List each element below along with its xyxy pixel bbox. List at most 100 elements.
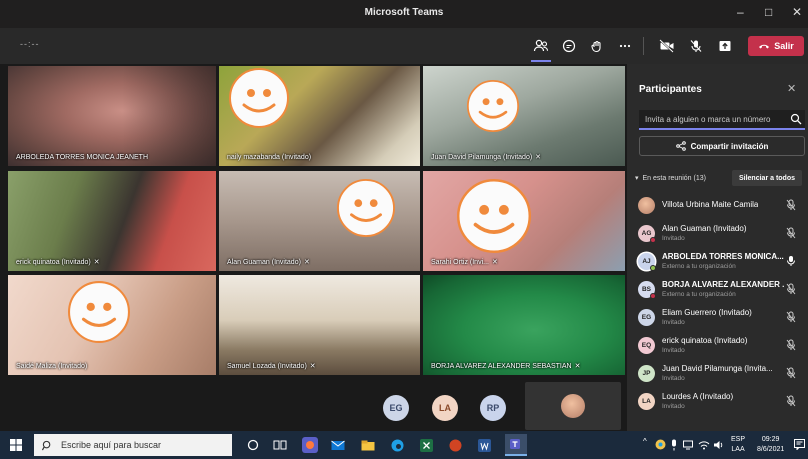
- powerpoint-icon: [449, 439, 461, 451]
- avatar: [561, 394, 585, 418]
- taskbar: Escribe aquí para buscar ^ ESP LAA 09:29…: [0, 431, 808, 459]
- participant-role: Invitado: [662, 375, 685, 382]
- tray-network-icon[interactable]: [683, 440, 695, 450]
- participant-name: Alan Guaman (Invitado): [662, 224, 747, 233]
- participant-role: Invitado: [662, 347, 685, 354]
- search-icon[interactable]: [790, 113, 802, 125]
- video-tile[interactable]: erick quinatoa (Invitado) ✕: [8, 171, 216, 271]
- tile-name: Alan Guaman (Invitado) ✕: [227, 258, 310, 267]
- mail-icon: [331, 440, 345, 450]
- meeting-controls-bar: --:-- Salir: [0, 28, 808, 64]
- video-tile[interactable]: Sarahi Ortiz (Invi... ✕: [423, 171, 625, 271]
- self-view-tile[interactable]: [525, 382, 621, 430]
- windows-start-icon[interactable]: [10, 439, 22, 451]
- camera-toggle-button[interactable]: [653, 28, 681, 64]
- chat-button[interactable]: [555, 28, 583, 64]
- video-tile[interactable]: Samuel Lozada (Invitado) ✕: [219, 275, 420, 375]
- leave-button[interactable]: Salir: [748, 36, 804, 56]
- invite-input[interactable]: Invita a alguien o marca un número: [639, 110, 805, 130]
- chevron-down-icon: ▾: [635, 175, 639, 182]
- share-invite-button[interactable]: Compartir invitación: [639, 136, 805, 156]
- taskbar-app[interactable]: [330, 437, 346, 453]
- window-title: Microsoft Teams: [364, 7, 444, 18]
- minimize-button[interactable]: –: [737, 5, 744, 19]
- list-item[interactable]: AJ ARBOLEDA TORRES MONICA... Externo a t…: [627, 246, 808, 276]
- section-label: En esta reunión (13): [642, 174, 706, 182]
- tray-app-icon[interactable]: [655, 439, 666, 450]
- leave-label: Salir: [774, 41, 794, 51]
- list-item[interactable]: AG Alan Guaman (Invitado) Invitado: [627, 218, 808, 248]
- toolbar-divider: [643, 37, 644, 55]
- list-item[interactable]: Villota Urbina Maite Camila: [627, 190, 808, 220]
- taskbar-app[interactable]: [302, 437, 318, 453]
- list-item[interactable]: EG Eliam Guerrero (Invitado) Invitado: [627, 302, 808, 332]
- excel-icon: [419, 438, 433, 452]
- media-player-icon: [306, 441, 314, 449]
- close-window-button[interactable]: ✕: [792, 5, 802, 19]
- mic-muted-icon: ✕: [309, 363, 316, 370]
- participant-name: ARBOLEDA TORRES MONICA...: [662, 252, 784, 261]
- video-tile[interactable]: ARBOLEDA TORRES MONICA JEANETH: [8, 66, 216, 166]
- share-tray-icon: [719, 41, 731, 51]
- teams-icon: [510, 439, 520, 449]
- taskbar-clock[interactable]: 09:29 8/6/2021: [757, 435, 784, 455]
- taskbar-app[interactable]: [476, 437, 492, 453]
- participants-button[interactable]: [527, 28, 555, 64]
- reactions-button[interactable]: [583, 28, 611, 64]
- taskbar-app[interactable]: [447, 437, 463, 453]
- participant-role: Invitado: [662, 319, 685, 326]
- tray-volume-icon[interactable]: [713, 440, 725, 450]
- tray-chevron-icon[interactable]: ^: [643, 437, 647, 446]
- more-options-button[interactable]: [611, 28, 639, 64]
- emoji-face-icon: [337, 179, 395, 237]
- overflow-avatar[interactable]: LA: [432, 395, 458, 421]
- taskbar-app[interactable]: [360, 437, 376, 453]
- panel-title: Participantes: [639, 84, 702, 95]
- avatar: LA: [638, 393, 655, 410]
- camera-off-icon: [659, 39, 674, 53]
- taskbar-app[interactable]: [389, 437, 405, 453]
- taskbar-app[interactable]: [418, 437, 434, 453]
- avatar: [638, 197, 655, 214]
- video-tile[interactable]: Alan Guaman (Invitado) ✕: [219, 171, 420, 271]
- list-item[interactable]: BS BORJA ALVAREZ ALEXANDER ... Externo a…: [627, 274, 808, 304]
- taskbar-search-input[interactable]: Escribe aquí para buscar: [34, 434, 232, 456]
- mic-off-icon: [690, 40, 702, 52]
- notification-icon[interactable]: [794, 439, 805, 450]
- video-tile[interactable]: BORJA ALVAREZ ALEXANDER SEBASTIAN ✕: [423, 275, 625, 375]
- search-icon: [42, 440, 51, 450]
- video-tile[interactable]: Juan David Pilamunga (Invitado) ✕: [423, 66, 625, 166]
- tile-name: erick quinatoa (Invitado) ✕: [16, 258, 100, 267]
- emoji-face-icon: [229, 68, 289, 128]
- overflow-avatar[interactable]: RP: [480, 395, 506, 421]
- tray-mic-icon[interactable]: [670, 439, 678, 451]
- mute-all-button[interactable]: Silenciar a todos: [732, 170, 802, 186]
- participants-icon: [533, 39, 549, 52]
- tray-wifi-icon[interactable]: [698, 440, 710, 450]
- maximize-button[interactable]: □: [765, 5, 772, 19]
- video-tile[interactable]: Saidé Maliza (Invitado): [8, 275, 216, 375]
- taskbar-app-teams[interactable]: [505, 434, 527, 456]
- reactions-icon: [591, 40, 601, 53]
- list-item[interactable]: LA Lourdes A (Invitado) Invitado: [627, 386, 808, 416]
- share-tray-button[interactable]: [711, 28, 739, 64]
- section-header[interactable]: ▾ En esta reunión (13): [635, 174, 706, 183]
- emoji-face-icon: [68, 281, 130, 343]
- mic-muted-icon: ✕: [574, 363, 581, 370]
- mic-muted-icon: ✕: [491, 259, 498, 266]
- participant-name: Villota Urbina Maite Camila: [662, 200, 759, 209]
- input-language[interactable]: ESP LAA: [731, 435, 745, 455]
- list-item[interactable]: JP Juan David Pilamunga (Invita... Invit…: [627, 358, 808, 388]
- task-view-icon: [273, 440, 287, 450]
- overflow-avatar[interactable]: EG: [383, 395, 409, 421]
- mic-muted-icon: [786, 311, 796, 323]
- close-panel-button[interactable]: ✕: [787, 82, 796, 95]
- cortana-button[interactable]: [245, 437, 261, 453]
- mic-muted-icon: ✕: [535, 154, 542, 161]
- list-item[interactable]: EQ erick quinatoa (Invitado) Invitado: [627, 330, 808, 360]
- task-view-button[interactable]: [272, 437, 288, 453]
- mic-toggle-button[interactable]: [682, 28, 710, 64]
- emoji-face-icon: [457, 179, 531, 253]
- hang-up-icon: [759, 44, 770, 49]
- video-tile[interactable]: naily mazabanda (Invitado): [219, 66, 420, 166]
